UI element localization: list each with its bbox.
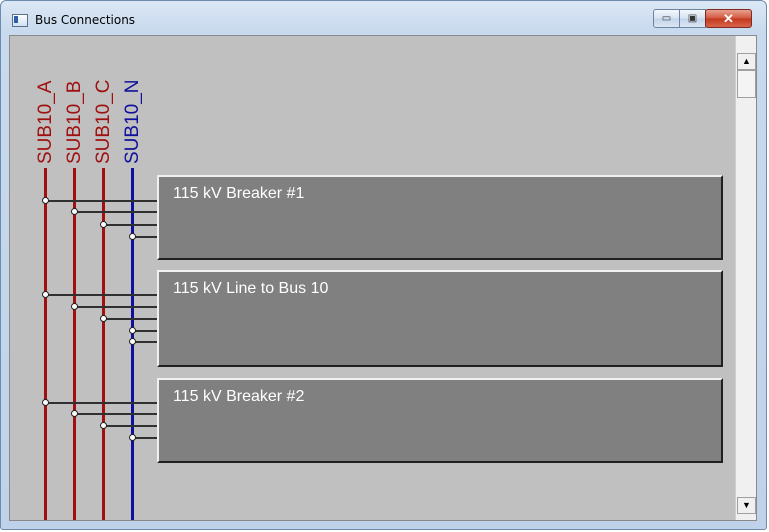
connection-line: [45, 200, 157, 202]
connection-line: [74, 211, 157, 213]
window-title: Bus Connections: [35, 13, 136, 27]
bus-label-sub10-a: SUB10_A: [35, 80, 56, 164]
device-box-breaker-2[interactable]: 115 kV Breaker #2: [157, 378, 723, 463]
connection-node[interactable]: [71, 410, 78, 417]
connection-line: [45, 294, 157, 296]
connection-node[interactable]: [100, 422, 107, 429]
window-icon[interactable]: [12, 14, 28, 27]
device-label: 115 kV Breaker #1: [173, 185, 305, 202]
connection-node[interactable]: [129, 327, 136, 334]
scroll-down-button[interactable]: ▼: [737, 497, 756, 514]
connection-node[interactable]: [129, 233, 136, 240]
connection-node[interactable]: [42, 399, 49, 406]
connection-node[interactable]: [42, 197, 49, 204]
connection-node[interactable]: [42, 291, 49, 298]
connection-line: [103, 224, 157, 226]
minimize-button[interactable]: ▭: [653, 9, 680, 28]
device-box-breaker-1[interactable]: 115 kV Breaker #1: [157, 175, 723, 260]
title-bar[interactable]: Bus Connections ▭ ▣ ✕: [1, 1, 766, 35]
scroll-up-button[interactable]: ▲: [737, 53, 756, 70]
bus-line-sub10-a[interactable]: [44, 168, 47, 520]
connection-node[interactable]: [129, 434, 136, 441]
device-box-line-to-bus-10[interactable]: 115 kV Line to Bus 10: [157, 270, 723, 367]
close-button[interactable]: ✕: [705, 9, 752, 28]
device-label: 115 kV Line to Bus 10: [173, 280, 329, 297]
connection-node[interactable]: [129, 338, 136, 345]
vertical-scrollbar[interactable]: ▲ ▼: [735, 36, 756, 520]
connection-node[interactable]: [71, 303, 78, 310]
connection-node[interactable]: [100, 221, 107, 228]
device-label: 115 kV Breaker #2: [173, 388, 305, 405]
connection-line: [103, 425, 157, 427]
connection-node[interactable]: [100, 315, 107, 322]
bus-connections-window: Bus Connections ▭ ▣ ✕ SUB10_A SUB10_B SU…: [0, 0, 767, 530]
bus-line-sub10-b[interactable]: [73, 168, 76, 520]
connection-line: [103, 318, 157, 320]
bus-label-sub10-b: SUB10_B: [64, 80, 85, 164]
connection-node[interactable]: [71, 208, 78, 215]
connection-line: [74, 413, 157, 415]
bus-diagram-canvas: SUB10_A SUB10_B SUB10_C SUB10_N 115 kV B…: [9, 35, 757, 521]
connection-line: [74, 306, 157, 308]
bus-label-sub10-c: SUB10_C: [93, 79, 114, 165]
scroll-thumb[interactable]: [737, 70, 756, 98]
bus-label-sub10-n: SUB10_N: [122, 79, 143, 165]
connection-line: [45, 402, 157, 404]
maximize-button[interactable]: ▣: [679, 9, 706, 28]
